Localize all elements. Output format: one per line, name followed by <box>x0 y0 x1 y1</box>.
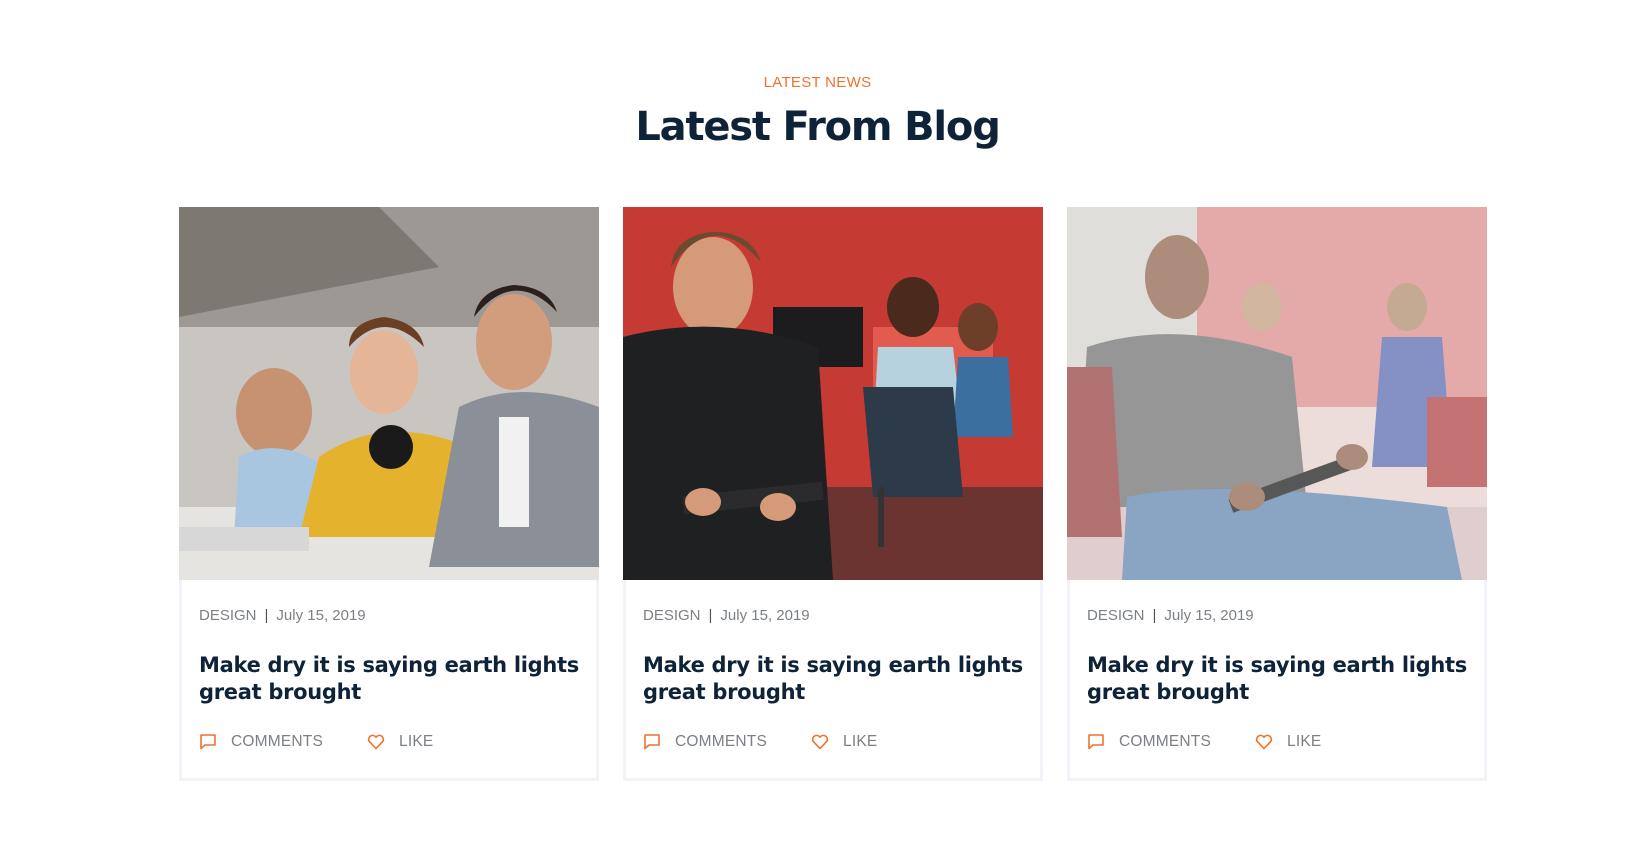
blog-card-image[interactable] <box>179 207 599 580</box>
post-title[interactable]: Make dry it is saying earth lights great… <box>199 652 579 706</box>
comments-label: COMMENTS <box>1119 733 1212 750</box>
post-actions: COMMENTS LIKE <box>1087 731 1467 753</box>
post-actions: COMMENTS LIKE <box>199 731 579 753</box>
like-button[interactable]: LIKE <box>1255 731 1321 753</box>
blog-card: DESIGN | July 15, 2019 Make dry it is sayi… <box>1067 207 1487 781</box>
comments-link[interactable]: COMMENTS <box>199 731 323 753</box>
comment-icon <box>644 734 660 750</box>
blog-section: LATEST NEWS Latest From Blog DESIGN | Ju… <box>0 0 1635 867</box>
post-date: July 15, 2019 <box>1164 607 1254 624</box>
like-label: LIKE <box>399 733 434 750</box>
blog-card: DESIGN | July 15, 2019 Make dry it is sayi… <box>179 207 599 781</box>
post-category[interactable]: DESIGN <box>1087 607 1145 624</box>
like-label: LIKE <box>843 733 878 750</box>
heart-icon <box>811 734 829 750</box>
like-button[interactable]: LIKE <box>811 731 877 753</box>
post-meta: DESIGN | July 15, 2019 <box>1087 607 1254 624</box>
heart-icon <box>367 734 385 750</box>
meta-separator: | <box>1152 607 1157 624</box>
post-title[interactable]: Make dry it is saying earth lights great… <box>1087 652 1467 706</box>
like-button[interactable]: LIKE <box>367 731 433 753</box>
post-category[interactable]: DESIGN <box>199 607 257 624</box>
like-label: LIKE <box>1287 733 1322 750</box>
comment-icon <box>200 734 216 750</box>
post-title[interactable]: Make dry it is saying earth lights great… <box>643 652 1023 706</box>
post-meta: DESIGN | July 15, 2019 <box>643 607 810 624</box>
blog-card-image[interactable] <box>623 207 1043 580</box>
blog-card-list: DESIGN | July 15, 2019 Make dry it is sayi… <box>179 207 1487 781</box>
comments-link[interactable]: COMMENTS <box>1087 731 1211 753</box>
post-meta: DESIGN | July 15, 2019 <box>199 607 366 624</box>
post-date: July 15, 2019 <box>276 607 366 624</box>
meta-separator: | <box>708 607 713 624</box>
comment-icon <box>1088 734 1104 750</box>
post-actions: COMMENTS LIKE <box>643 731 1023 753</box>
heart-icon <box>1255 734 1273 750</box>
comments-link[interactable]: COMMENTS <box>643 731 767 753</box>
blog-card-image[interactable] <box>1067 207 1487 580</box>
meta-separator: | <box>264 607 269 624</box>
comments-label: COMMENTS <box>231 733 324 750</box>
section-eyebrow: LATEST NEWS <box>763 74 872 91</box>
post-category[interactable]: DESIGN <box>643 607 701 624</box>
blog-card: DESIGN | July 15, 2019 Make dry it is sayi… <box>623 207 1043 781</box>
section-title: Latest From Blog <box>635 104 1000 150</box>
post-date: July 15, 2019 <box>720 607 810 624</box>
comments-label: COMMENTS <box>675 733 768 750</box>
